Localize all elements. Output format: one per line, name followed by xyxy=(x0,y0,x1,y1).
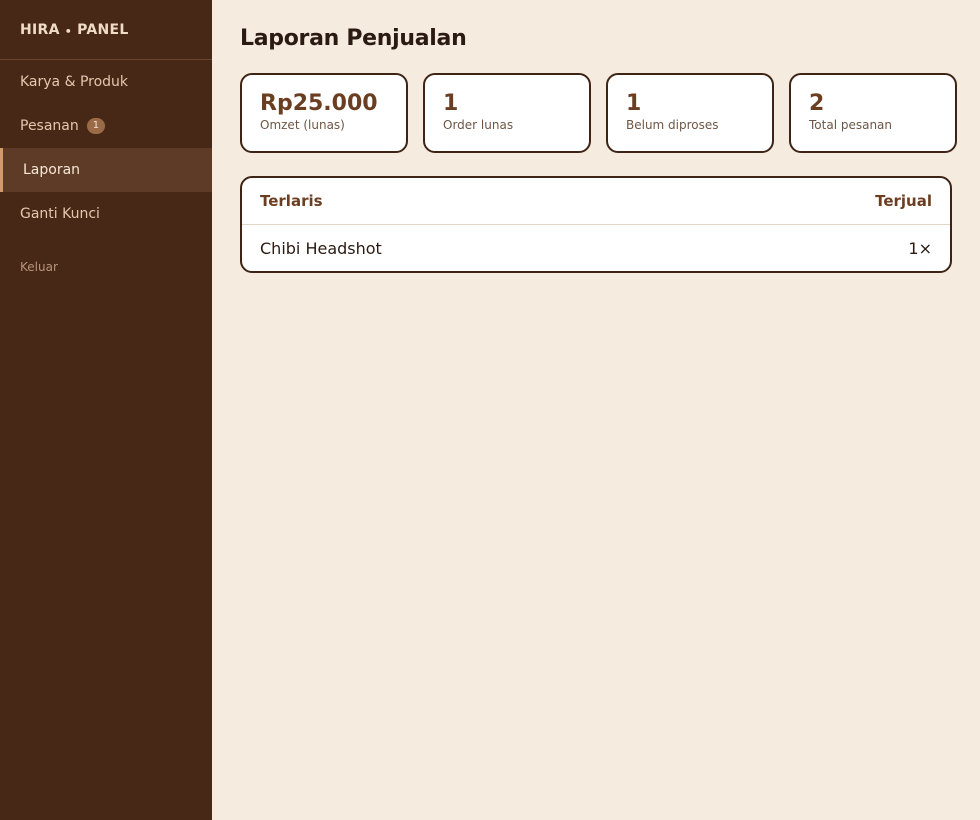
stats-row: Rp25.000 Omzet (lunas) 1 Order lunas 1 B… xyxy=(240,73,957,153)
stat-value: 2 xyxy=(809,91,825,116)
table-row: Chibi Headshot 1× xyxy=(242,225,950,271)
brand-separator: • xyxy=(64,25,73,38)
product-name-cell: Chibi Headshot xyxy=(260,238,382,258)
stat-value: Rp25.000 xyxy=(260,91,378,116)
sidebar-item-pesanan[interactable]: Pesanan 1 xyxy=(0,104,212,148)
table-header-row: Terlaris Terjual xyxy=(242,178,950,225)
pending-count-badge: 1 xyxy=(86,118,106,134)
page-title: Laporan Penjualan xyxy=(240,26,467,51)
stat-card-total-orders: 2 Total pesanan xyxy=(789,73,957,153)
stat-label: Total pesanan xyxy=(809,118,893,132)
stat-label: Order lunas xyxy=(443,118,514,132)
sold-count-cell: 1× xyxy=(908,238,932,258)
sidebar-item-laporan[interactable]: Laporan xyxy=(0,148,212,192)
stat-value: 1 xyxy=(626,91,642,116)
brand-name-left: HIRA xyxy=(20,22,60,38)
sidebar-item-ganti-kunci[interactable]: Ganti Kunci xyxy=(0,192,212,236)
stat-card-revenue: Rp25.000 Omzet (lunas) xyxy=(240,73,408,153)
stat-value: 1 xyxy=(443,91,459,116)
sidebar-nav: Karya & Produk Pesanan 1 Laporan Ganti K… xyxy=(0,60,212,236)
column-header-sold: Terjual xyxy=(875,192,932,210)
sidebar-item-label: Ganti Kunci xyxy=(20,206,100,222)
brand-logo[interactable]: HIRA • PANEL xyxy=(0,0,212,60)
sidebar-item-karya-produk[interactable]: Karya & Produk xyxy=(0,60,212,104)
sidebar-item-label: Karya & Produk xyxy=(20,74,129,90)
main-content: Laporan Penjualan Rp25.000 Omzet (lunas)… xyxy=(212,0,980,820)
stat-card-paid-orders: 1 Order lunas xyxy=(423,73,591,153)
logout-link[interactable]: Keluar xyxy=(0,260,212,274)
sidebar: HIRA • PANEL Karya & Produk Pesanan 1 La… xyxy=(0,0,212,820)
stat-card-unprocessed: 1 Belum diproses xyxy=(606,73,774,153)
brand-name-right: PANEL xyxy=(77,22,129,38)
sidebar-item-label: Pesanan xyxy=(20,118,79,134)
stat-label: Belum diproses xyxy=(626,118,719,132)
bestseller-table: Terlaris Terjual Chibi Headshot 1× xyxy=(240,176,952,273)
sidebar-item-label: Laporan xyxy=(23,162,81,178)
column-header-product: Terlaris xyxy=(260,192,323,210)
stat-label: Omzet (lunas) xyxy=(260,118,345,132)
